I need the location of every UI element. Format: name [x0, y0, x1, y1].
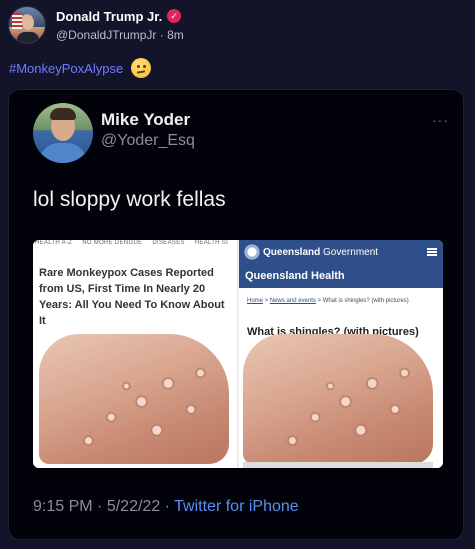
outer-author-info: Donald Trump Jr. ✓ @DonaldJTrumpJr · 8m [56, 9, 184, 42]
rash-hand-photo-right [243, 334, 433, 464]
qld-header-bar: Queensland Government Queensland Health [239, 240, 443, 288]
quoted-author-handle[interactable]: @Yoder_Esq [101, 132, 195, 150]
hamburger-menu-icon [427, 248, 437, 256]
qld-health-label: Queensland Health [245, 270, 345, 282]
quoted-tweet-meta: 9:15 PM · 5/22/22 · Twitter for iPhone [33, 498, 299, 516]
flag-icon [12, 13, 22, 29]
meta-separator: · [97, 498, 103, 515]
outer-author-name[interactable]: Donald Trump Jr. [56, 9, 162, 24]
left-nav-item: NO MORE DENGUE [82, 240, 143, 246]
outer-handle-row: @DonaldJTrumpJr · 8m [56, 28, 184, 42]
avatar-suit [17, 32, 39, 43]
more-options-icon[interactable]: ··· [432, 112, 449, 128]
rash-hand-photo-left [39, 334, 229, 464]
hashtag-link[interactable]: #MonkeyPoxAlypse [9, 61, 123, 76]
outer-author-handle[interactable]: @DonaldJTrumpJr [56, 28, 156, 42]
quoted-tweet-text: lol sloppy work fellas [33, 188, 226, 211]
qld-government-label: Queensland Government [263, 247, 379, 258]
left-nav-item: DISEASES [152, 240, 185, 246]
meta-separator: · [164, 498, 170, 515]
left-article-nav: HEALTH A-Z NO MORE DENGUE DISEASES HEALT… [35, 240, 235, 250]
tweet-source-link[interactable]: Twitter for iPhone [174, 498, 299, 515]
quoted-tweet-card[interactable]: ··· Mike Yoder @Yoder_Esq lol sloppy wor… [8, 89, 464, 540]
breadcrumb: Home > News and events > What is shingle… [247, 298, 409, 304]
quoted-author-avatar[interactable] [33, 103, 93, 163]
outer-tweet-body: #MonkeyPoxAlypse [9, 58, 152, 78]
left-nav-item: HEALTH SI [194, 240, 229, 246]
outer-author-avatar[interactable] [8, 6, 46, 44]
verified-badge-icon: ✓ [167, 9, 182, 23]
left-nav-item: HEALTH A-Z [35, 240, 73, 246]
handle-separator: · [159, 27, 164, 42]
quoted-author-name[interactable]: Mike Yoder [101, 110, 190, 130]
tweet-time[interactable]: 9:15 PM [33, 498, 93, 515]
rolling-eyes-emoji-icon [131, 58, 152, 78]
qld-crest-icon [243, 243, 261, 261]
tweet-date[interactable]: 5/22/22 [107, 498, 160, 515]
outer-timestamp[interactable]: 8m [167, 28, 184, 42]
attached-image[interactable]: HEALTH A-Z NO MORE DENGUE DISEASES HEALT… [33, 240, 443, 468]
right-article-continuation [243, 462, 433, 468]
outer-tweet-header: Donald Trump Jr. ✓ @DonaldJTrumpJr · 8m [8, 6, 184, 44]
avatar-face [22, 16, 34, 30]
left-article-headline: Rare Monkeypox Cases Reported from US, F… [39, 267, 225, 327]
outer-name-row: Donald Trump Jr. ✓ [56, 9, 184, 24]
